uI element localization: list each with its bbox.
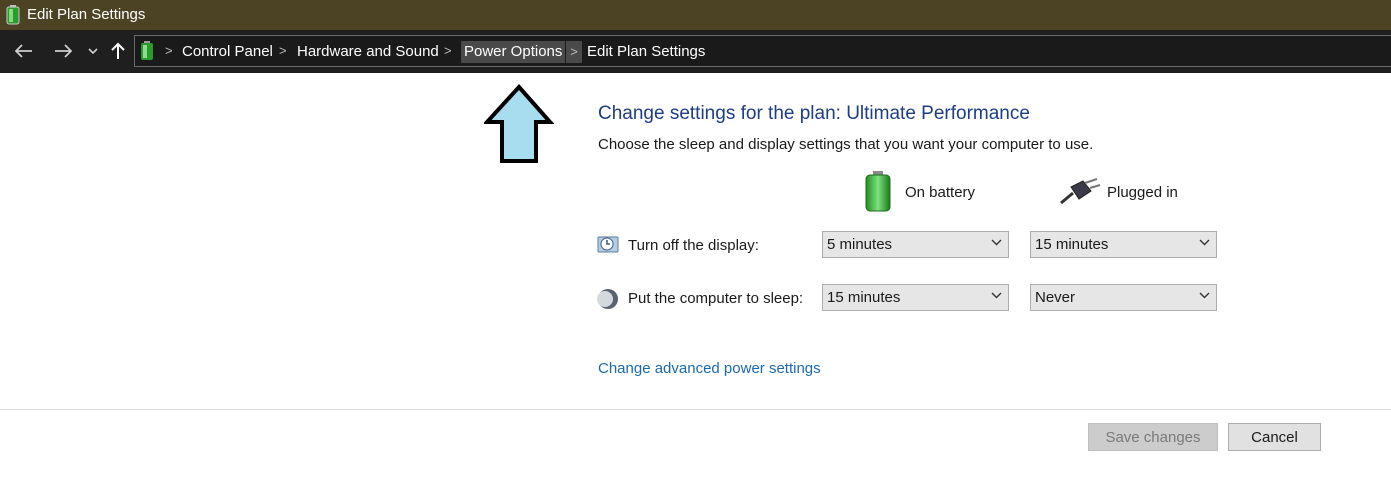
turn-off-display-label: Turn off the display:: [628, 237, 759, 254]
arrow-up-icon: [111, 42, 125, 59]
sleep-battery-select[interactable]: 15 minutes: [822, 284, 1009, 311]
sleep-plugged-select[interactable]: Never: [1030, 284, 1217, 311]
breadcrumb-separator[interactable]: >: [279, 43, 287, 58]
arrow-right-icon: [55, 44, 72, 58]
chevron-down-icon: [88, 48, 98, 54]
selected-value: 5 minutes: [827, 236, 893, 253]
up-button[interactable]: [106, 38, 130, 64]
page-title: Change settings for the plan: Ultimate P…: [598, 103, 1030, 124]
plugged-in-column-header: Plugged in: [1107, 184, 1178, 201]
plan-settings-panel: Change settings for the plan: Ultimate P…: [0, 73, 1391, 409]
arrow-left-icon: [15, 44, 32, 58]
on-battery-column-header: On battery: [905, 184, 976, 201]
power-options-icon: [6, 5, 20, 30]
breadcrumb-power-options[interactable]: Power Options: [461, 41, 566, 63]
recent-locations-button[interactable]: [84, 38, 102, 64]
breadcrumb[interactable]: > Control Panel > Hardware and Sound > P…: [134, 35, 1391, 67]
selected-value: 15 minutes: [1035, 236, 1109, 253]
power-options-icon: [138, 40, 156, 67]
display-battery-select[interactable]: 5 minutes: [822, 231, 1009, 258]
address-bar: > Control Panel > Hardware and Sound > P…: [0, 30, 1391, 73]
footer-divider: [0, 409, 1391, 410]
cancel-button[interactable]: Cancel: [1228, 423, 1321, 451]
breadcrumb-edit-plan-settings[interactable]: Edit Plan Settings: [587, 41, 705, 63]
title-bar: Edit Plan Settings: [0, 0, 1391, 30]
display-plugged-select[interactable]: 15 minutes: [1030, 231, 1217, 258]
breadcrumb-separator[interactable]: >: [566, 41, 582, 63]
chevron-down-icon: [991, 292, 1002, 299]
forward-button[interactable]: [49, 38, 77, 64]
breadcrumb-hardware-and-sound[interactable]: Hardware and Sound: [297, 41, 439, 63]
breadcrumb-control-panel[interactable]: Control Panel: [182, 41, 273, 63]
power-plug-icon: [1057, 177, 1101, 210]
display-timer-icon: [597, 234, 619, 259]
battery-icon: [863, 171, 893, 218]
chevron-down-icon: [1199, 239, 1210, 246]
save-button[interactable]: Save changes: [1088, 423, 1218, 451]
sleep-label: Put the computer to sleep:: [628, 290, 804, 307]
sleep-moon-icon: [597, 288, 619, 315]
chevron-down-icon: [991, 239, 1002, 246]
page-description: Choose the sleep and display settings th…: [598, 136, 1094, 153]
breadcrumb-separator[interactable]: >: [165, 43, 173, 58]
chevron-down-icon: [1199, 292, 1210, 299]
selected-value: Never: [1035, 289, 1076, 306]
window-title: Edit Plan Settings: [27, 6, 146, 23]
breadcrumb-separator[interactable]: >: [444, 43, 452, 58]
back-button[interactable]: [10, 38, 38, 64]
selected-value: 15 minutes: [827, 289, 901, 306]
advanced-power-settings-link[interactable]: Change advanced power settings: [598, 360, 821, 377]
